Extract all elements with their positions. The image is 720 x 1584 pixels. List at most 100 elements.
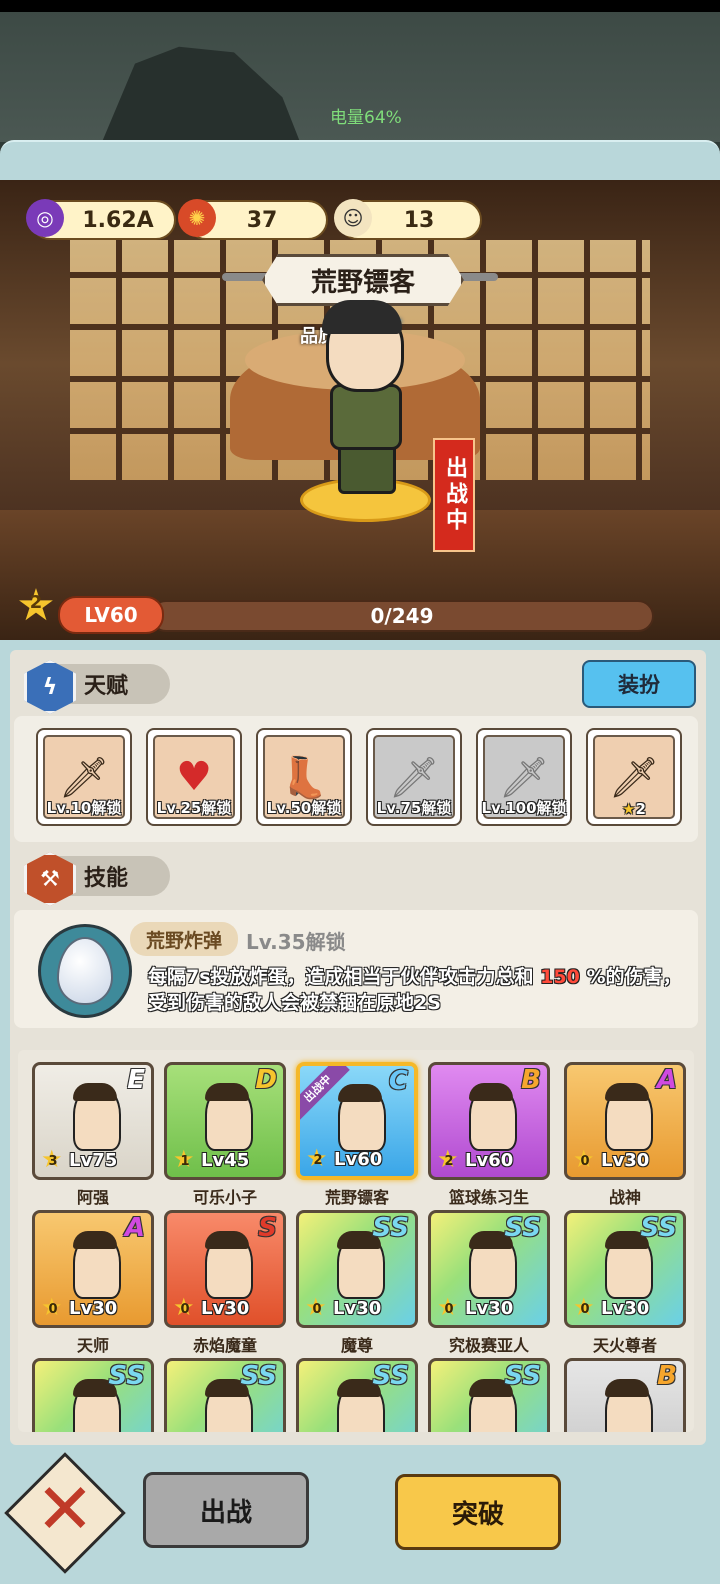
hero-card-level: Lv60 bbox=[465, 1150, 514, 1171]
hero-portrait bbox=[338, 1084, 386, 1152]
currency-fire: ✺ 37 bbox=[178, 199, 328, 240]
deployed-tag: 出战中 bbox=[433, 438, 475, 552]
skill-name: 荒野炸弹 bbox=[130, 922, 238, 956]
deploy-button[interactable]: 出战 bbox=[143, 1472, 309, 1548]
hero-card-name: 魔尊 bbox=[340, 1336, 373, 1355]
skill-description: 每隔7s投放炸蛋，造成相当于伙伴攻击力总和 150 %的伤害，受到伤害的敌人会被… bbox=[148, 964, 688, 1016]
hero-card-grade: SS bbox=[372, 1213, 409, 1243]
panel-frame bbox=[0, 140, 720, 182]
talent-slot-1[interactable]: 🗡 Lv.10解锁 bbox=[36, 728, 132, 826]
fire-coin-icon: ✺ bbox=[178, 199, 216, 237]
talent-slot-3[interactable]: 👢 Lv.50解锁 bbox=[256, 728, 352, 826]
hero-card[interactable]: SS ★ 0 Lv30 bbox=[296, 1210, 418, 1328]
hero-card-grade: A bbox=[124, 1213, 145, 1243]
hero-card[interactable]: SS ★ 0 Lv30 bbox=[564, 1210, 686, 1328]
hero-card-name: 究极赛亚人 bbox=[448, 1336, 529, 1355]
talent-slot-4[interactable]: 🗡 Lv.75解锁 bbox=[366, 728, 462, 826]
hero-name: 荒野镖客 bbox=[262, 254, 464, 306]
hero-card-grade: SS bbox=[372, 1361, 409, 1391]
hero-card[interactable]: SS bbox=[164, 1358, 286, 1432]
currency-orb: ◎ 1.62A bbox=[26, 199, 176, 240]
talent-slot-label: Lv.10解锁 bbox=[46, 799, 122, 817]
talent-slot-6[interactable]: 🗡 ★2 bbox=[586, 728, 682, 826]
hero-card[interactable]: B ★ 2 Lv60 bbox=[428, 1062, 550, 1180]
hero-card-grade: S bbox=[258, 1213, 277, 1243]
hero-portrait bbox=[205, 1083, 253, 1151]
hero-fragment-icon: ☺ bbox=[334, 199, 372, 237]
talent-slot-2[interactable]: ♥ Lv.25解锁 bbox=[146, 728, 242, 826]
currency-fire-value: 37 bbox=[246, 207, 278, 233]
hero-card-grade: A bbox=[656, 1065, 677, 1095]
hero-card[interactable]: B bbox=[564, 1358, 686, 1432]
hero-card[interactable]: SS bbox=[32, 1358, 154, 1432]
currency-orb-value: 1.62A bbox=[82, 207, 154, 233]
close-icon: ✕ bbox=[35, 1468, 95, 1550]
hero-card-level: Lv30 bbox=[69, 1298, 118, 1319]
hero-portrait bbox=[205, 1231, 253, 1299]
hero-card-stars: 0 bbox=[580, 1302, 590, 1317]
hero-card[interactable]: SS bbox=[296, 1358, 418, 1432]
hero-card-grade: E bbox=[127, 1065, 145, 1095]
hero-card[interactable]: A ★ 0 Lv30 bbox=[564, 1062, 686, 1180]
hero-card-grade: SS bbox=[108, 1361, 145, 1391]
hero-hair bbox=[322, 300, 402, 334]
talent-section-text: 天赋 bbox=[84, 674, 129, 699]
breakthrough-button[interactable]: 突破 bbox=[395, 1474, 561, 1550]
hero-card-stars: 1 bbox=[180, 1154, 190, 1169]
level-badge: LV60 bbox=[58, 596, 164, 634]
hero-card[interactable]: D ★ 1 Lv45 bbox=[164, 1062, 286, 1180]
skill-unlock: Lv.35解锁 bbox=[246, 930, 346, 954]
hero-card-stars: 0 bbox=[312, 1302, 322, 1317]
talent-slot-label: Lv.75解锁 bbox=[376, 799, 452, 817]
hero-card-grade: SS bbox=[240, 1361, 277, 1391]
exp-bar: 0/249 bbox=[150, 600, 654, 632]
hero-portrait bbox=[469, 1083, 517, 1151]
hero-portrait bbox=[73, 1083, 121, 1151]
talent-slot-5[interactable]: 🗡 Lv.100解锁 bbox=[476, 728, 572, 826]
hero-card-level: Lv45 bbox=[201, 1150, 250, 1171]
hero-card[interactable]: S ★ 0 Lv30 bbox=[164, 1210, 286, 1328]
hero-card[interactable]: SS bbox=[428, 1358, 550, 1432]
hero-card[interactable]: C 出战中 ★ 2 Lv60 bbox=[296, 1062, 418, 1180]
star-count: 2 bbox=[29, 592, 43, 613]
hero-card-level: Lv30 bbox=[601, 1150, 650, 1171]
currency-fragment-value: 13 bbox=[403, 207, 435, 233]
hero-card-grade: B bbox=[521, 1065, 541, 1095]
status-bar bbox=[0, 0, 720, 12]
hero-portrait bbox=[605, 1379, 653, 1432]
hero-card-stars: 0 bbox=[180, 1302, 190, 1317]
outfit-button[interactable]: 装扮 bbox=[582, 660, 696, 708]
hero-card-name: 赤焰魔童 bbox=[192, 1336, 257, 1355]
hero-card-grade: C bbox=[388, 1066, 408, 1096]
hero-card-grade: B bbox=[657, 1361, 677, 1391]
purple-orb-icon: ◎ bbox=[26, 199, 64, 237]
skill-desc-value: 150 bbox=[540, 966, 580, 988]
battery-indicator: 电量64% bbox=[330, 108, 402, 128]
hero-card-name: 荒野镖客 bbox=[324, 1188, 389, 1207]
hero-card-grade: SS bbox=[504, 1213, 541, 1243]
hero-card-level: Lv30 bbox=[333, 1298, 382, 1319]
hero-card-name: 战神 bbox=[608, 1188, 641, 1207]
skill-icon[interactable] bbox=[38, 924, 132, 1018]
hero-card-grade: D bbox=[255, 1065, 277, 1095]
talent-slot-label: Lv.100解锁 bbox=[481, 799, 567, 817]
hero-card-level: Lv30 bbox=[465, 1298, 514, 1319]
skill-desc-prefix: 每隔7s投放炸蛋，造成相当于伙伴攻击力总和 bbox=[148, 966, 534, 988]
hero-card-level: Lv60 bbox=[334, 1149, 383, 1170]
skill-section-text: 技能 bbox=[84, 866, 129, 891]
hero-card-stars: 0 bbox=[444, 1302, 454, 1317]
star-icon: ★ bbox=[622, 800, 636, 818]
hero-card-stars: 0 bbox=[580, 1154, 590, 1169]
hero-portrait bbox=[73, 1231, 121, 1299]
hero-roster: E ★ 3 Lv75 阿强 D ★ 1 Lv45 可乐小子 C 出战中 ★ 2 Lv60 荒野镖客 B ★ 2 Lv6… bbox=[18, 1050, 694, 1432]
talent-slot-label: Lv.50解锁 bbox=[266, 799, 342, 817]
egg-icon bbox=[57, 937, 113, 1005]
talent-slot-label: Lv.25解锁 bbox=[156, 799, 232, 817]
hero-card[interactable]: SS ★ 0 Lv30 bbox=[428, 1210, 550, 1328]
hero-card-stars: 2 bbox=[313, 1153, 323, 1168]
hero-card[interactable]: A ★ 0 Lv30 bbox=[32, 1210, 154, 1328]
hero-card-level: Lv30 bbox=[601, 1298, 650, 1319]
hero-card-grade: SS bbox=[640, 1213, 677, 1243]
hero-card-stars: 0 bbox=[48, 1302, 58, 1317]
hero-card[interactable]: E ★ 3 Lv75 bbox=[32, 1062, 154, 1180]
